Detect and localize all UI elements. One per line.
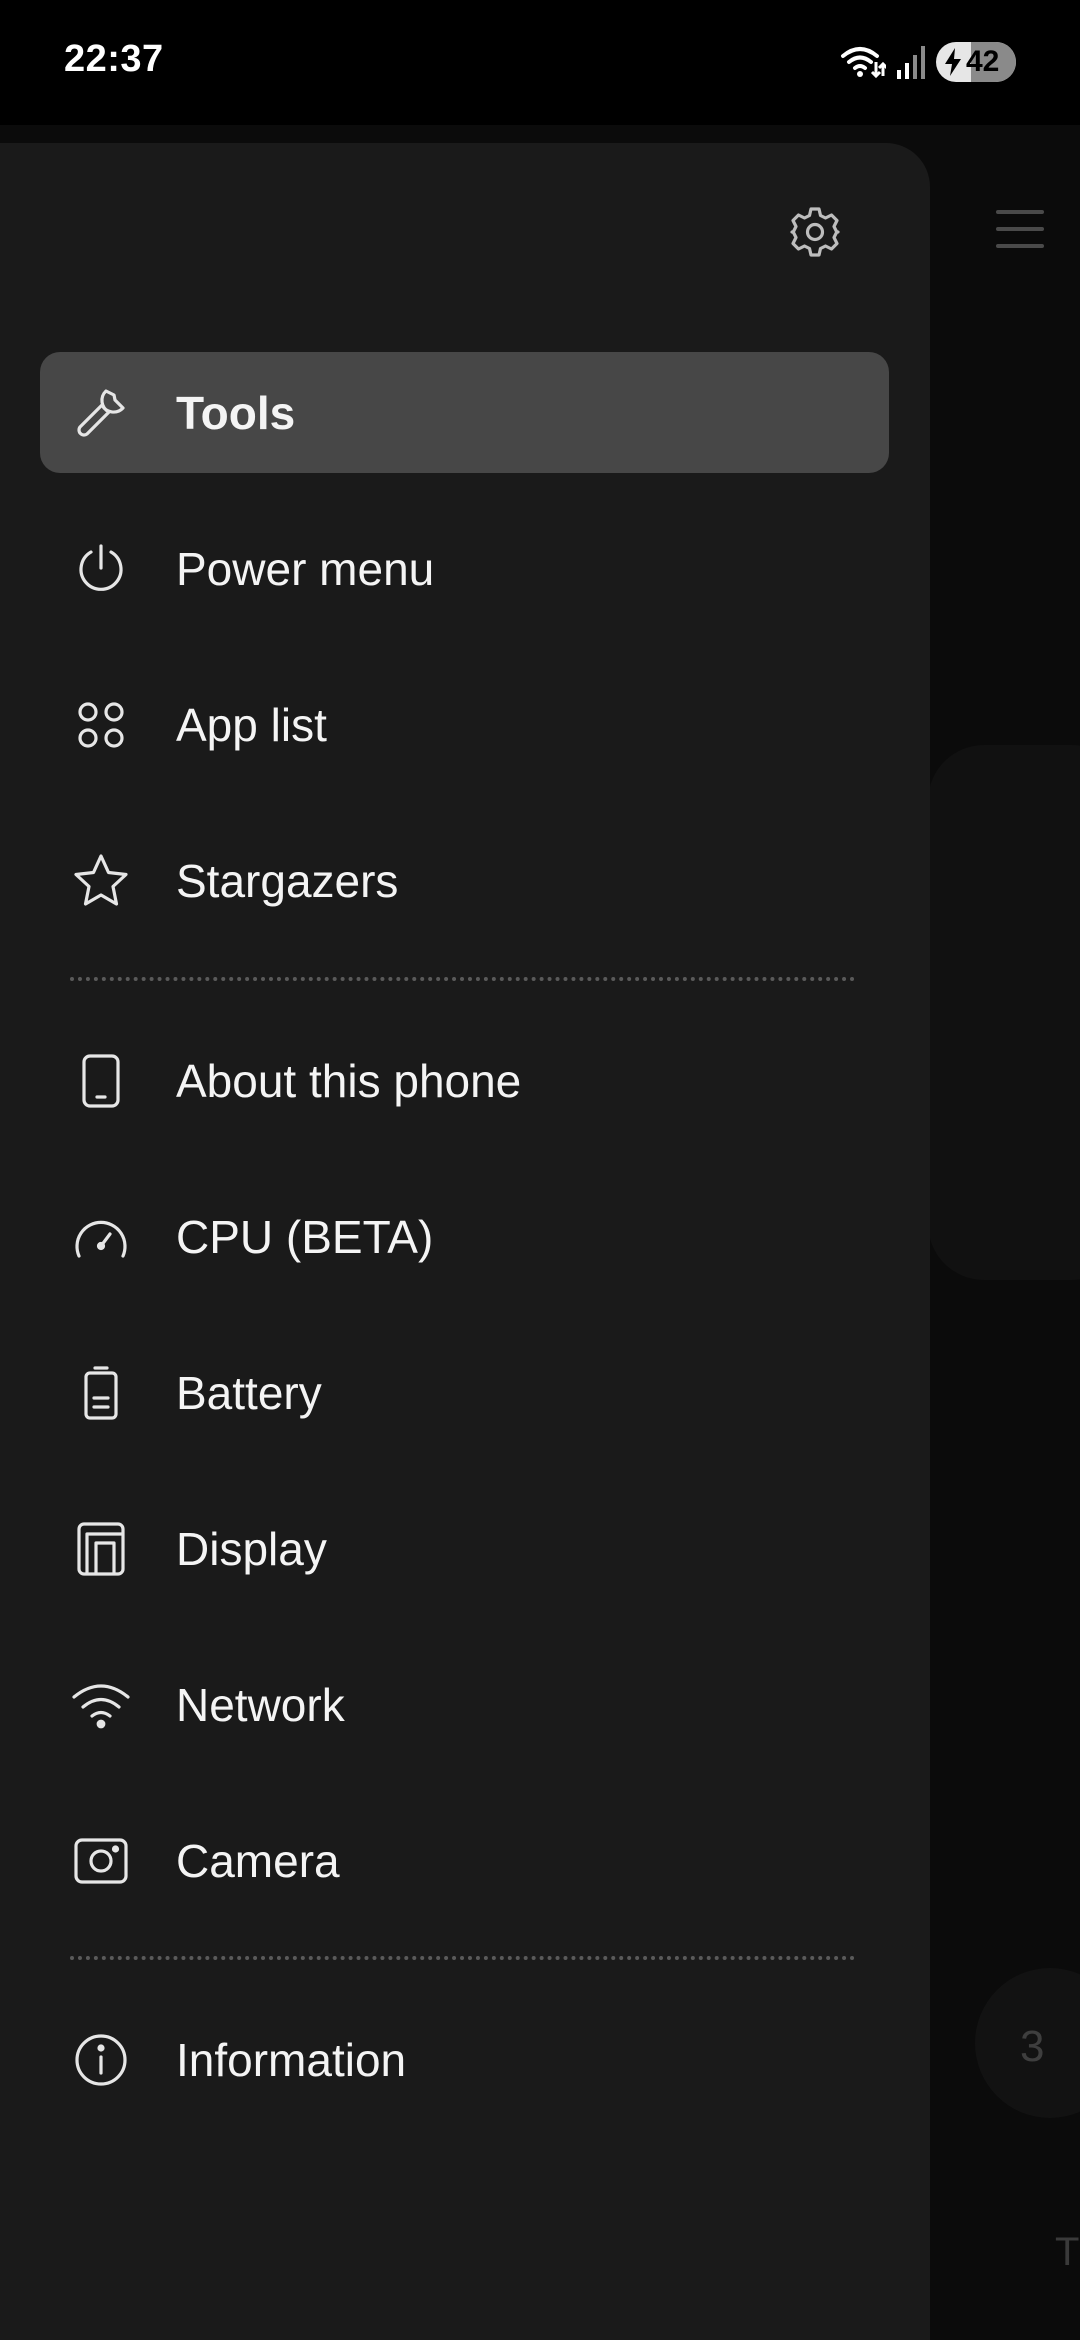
app-grid-icon: [70, 694, 132, 756]
status-time: 22:37: [64, 38, 164, 80]
star-icon: [70, 850, 132, 912]
nav-label: Tools: [176, 386, 296, 439]
nav-label: About this phone: [176, 1054, 522, 1107]
nav-item-app-list[interactable]: App list: [40, 664, 889, 785]
battery-level: 42: [966, 45, 1000, 78]
wrench-icon: [70, 382, 132, 444]
nav-label: Stargazers: [176, 854, 399, 907]
nav-label: Display: [176, 1522, 327, 1575]
divider: [70, 977, 855, 981]
nav-label: Information: [176, 2033, 407, 2086]
hamburger-menu-icon[interactable]: [996, 210, 1044, 258]
nav-label: Power menu: [176, 542, 435, 595]
settings-button[interactable]: [784, 203, 846, 265]
background-circle-label: 3: [1020, 2022, 1045, 2071]
battery-charging-icon: 42: [936, 42, 1016, 82]
power-icon: [70, 538, 132, 600]
nav-item-network[interactable]: Network: [40, 1644, 889, 1765]
nav-item-battery[interactable]: Battery: [40, 1332, 889, 1453]
wifi-icon: [70, 1674, 132, 1736]
camera-icon: [70, 1830, 132, 1892]
nav-item-cpu[interactable]: CPU (BETA): [40, 1176, 889, 1297]
nav-item-stargazers[interactable]: Stargazers: [40, 820, 889, 941]
info-icon: [70, 2029, 132, 2091]
nav-item-display[interactable]: Display: [40, 1488, 889, 1609]
divider: [70, 1956, 855, 1960]
nav-label: CPU (BETA): [176, 1210, 434, 1263]
nav-label: Camera: [176, 1834, 340, 1887]
nav-item-information[interactable]: Information: [40, 1999, 889, 2120]
nav-item-camera[interactable]: Camera: [40, 1800, 889, 1921]
signal-icon: [896, 44, 926, 80]
status-icons: 42: [840, 40, 1016, 84]
display-icon: [70, 1518, 132, 1580]
background-edge-text: T: [1055, 2230, 1080, 2274]
status-bar: 22:37 42: [0, 0, 1080, 125]
wifi-data-icon: [840, 42, 886, 82]
battery-icon: [70, 1362, 132, 1424]
speedometer-icon: [70, 1206, 132, 1268]
nav-label: Network: [176, 1678, 345, 1731]
nav-item-about-this-phone[interactable]: About this phone: [40, 1020, 889, 1141]
nav-item-power-menu[interactable]: Power menu: [40, 508, 889, 629]
navigation-drawer: Tools Power menu App list Stargazers Abo…: [0, 143, 930, 2340]
phone-icon: [70, 1050, 132, 1112]
background-card: [928, 745, 1080, 1280]
nav-label: Battery: [176, 1366, 322, 1419]
gear-icon: [788, 205, 842, 264]
nav-item-tools[interactable]: Tools: [40, 352, 889, 473]
nav-label: App list: [176, 698, 327, 751]
